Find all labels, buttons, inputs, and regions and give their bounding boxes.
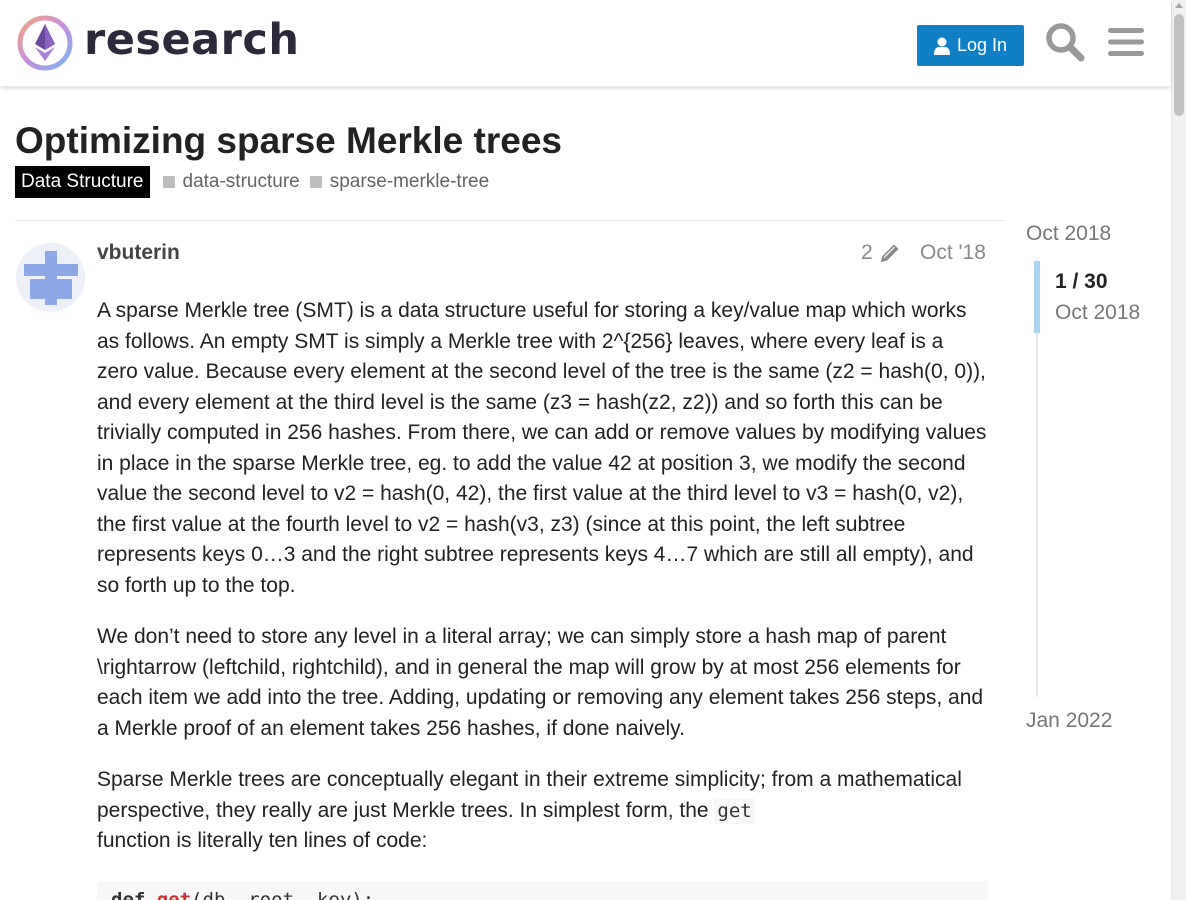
- code-text: (db, root, key):: [191, 889, 375, 900]
- avatar-identicon-icon: [24, 251, 78, 305]
- paragraph-text: function is literally ten lines of code:: [97, 829, 428, 852]
- tag-square-icon: [309, 176, 322, 188]
- site-name: research: [84, 14, 300, 65]
- scroll-up-arrow-icon[interactable]: [1175, 3, 1183, 8]
- search-icon: [1046, 23, 1085, 62]
- code-block: def get(db, root, key):: [97, 881, 988, 900]
- site-logo[interactable]: research: [16, 14, 299, 72]
- search-button[interactable]: [1043, 20, 1087, 64]
- tag-sparse-merkle-tree[interactable]: sparse-merkle-tree: [309, 171, 490, 193]
- timeline-start-date[interactable]: Oct 2018: [1026, 222, 1111, 246]
- post-paragraph: We don’t need to store any level in a li…: [97, 625, 984, 740]
- tag-square-icon: [162, 176, 175, 188]
- logo-icon: [17, 15, 73, 71]
- inline-code: get: [714, 797, 755, 824]
- code-keyword: def: [111, 889, 146, 900]
- login-button[interactable]: Log In: [917, 25, 1024, 66]
- pencil-icon: [880, 244, 899, 262]
- paragraph-text: Sparse Merkle trees are conceptually ele…: [97, 768, 962, 822]
- timeline-position: 1 / 30: [1055, 270, 1108, 293]
- tag-data-structure[interactable]: data-structure: [162, 171, 300, 193]
- edit-history[interactable]: 2: [861, 241, 901, 265]
- code-function-name: get: [156, 889, 192, 900]
- timeline-handle[interactable]: [1034, 261, 1040, 333]
- category-badge[interactable]: Data Structure: [15, 166, 150, 198]
- avatar[interactable]: [16, 243, 85, 312]
- page-scrollbar[interactable]: [1171, 0, 1186, 900]
- post-paragraph: Sparse Merkle trees are conceptually ele…: [97, 765, 989, 857]
- post-body: A sparse Merkle tree (SMT) is a data str…: [97, 296, 989, 878]
- login-label: Log In: [956, 35, 1008, 55]
- hamburger-menu-icon: [1108, 28, 1144, 56]
- topic-title[interactable]: Optimizing sparse Merkle trees: [15, 120, 562, 162]
- menu-button[interactable]: [1104, 20, 1148, 64]
- timeline-current-date: Oct 2018: [1055, 301, 1141, 324]
- topic-tags: Data Structure data-structure sparse-mer…: [15, 166, 489, 198]
- post-paragraph: A sparse Merkle tree (SMT) is a data str…: [97, 299, 987, 597]
- post-date[interactable]: Oct '18: [920, 241, 986, 265]
- scroll-thumb[interactable]: [1174, 14, 1184, 116]
- timeline-end-date[interactable]: Jan 2022: [1026, 709, 1112, 733]
- edit-count: 2: [861, 241, 873, 264]
- user-icon: [933, 37, 950, 55]
- site-header: research Log In: [0, 0, 1171, 87]
- post-divider: [15, 220, 1004, 221]
- post-author[interactable]: vbuterin: [97, 241, 180, 265]
- tag-label: sparse-merkle-tree: [329, 171, 490, 192]
- tag-label: data-structure: [182, 171, 300, 192]
